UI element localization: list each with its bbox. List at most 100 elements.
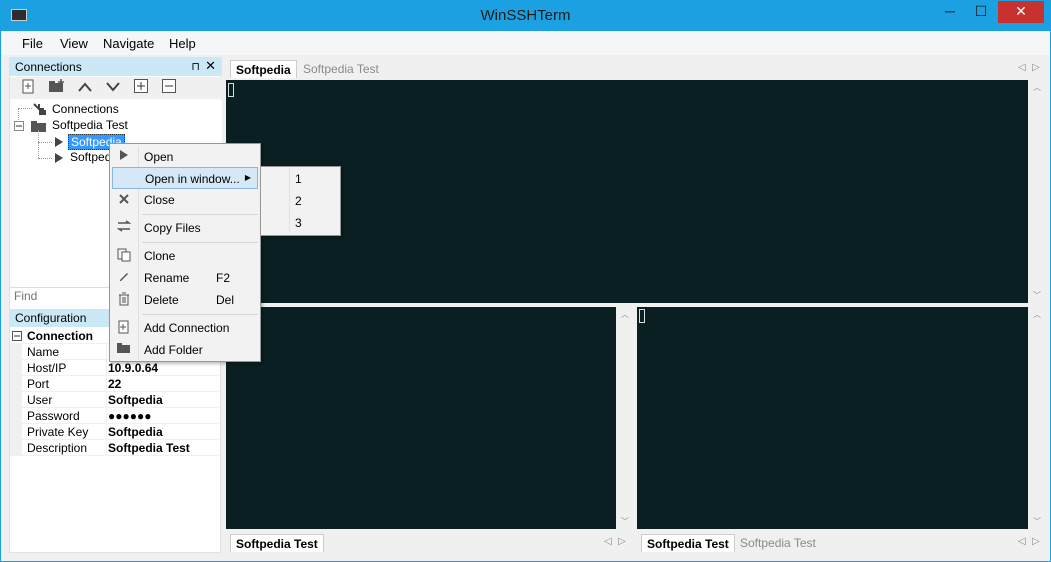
menu-item-shortcut: F2 [216,271,231,285]
tree-line [38,142,52,143]
grid-value[interactable]: 22 [108,377,121,391]
terminal-bottom-right-scrollbar[interactable]: ︿ ﹀ [1028,307,1046,529]
swap-icon [116,220,132,236]
menu-item-label: Add Folder [144,343,203,357]
collapse-all-icon[interactable] [160,79,178,97]
menu-item-open[interactable]: Open [112,146,258,168]
grid-value[interactable]: ●●●●●● [108,409,152,423]
menu-navigate[interactable]: Navigate [103,36,154,51]
move-up-icon[interactable] [76,79,94,97]
close-button[interactable]: ✕ [998,1,1044,23]
tab-bottom-right-softpedia-test-2[interactable]: Softpedia Test [735,534,821,552]
menu-item-copy-files[interactable]: Copy Files [112,217,258,239]
tree-line [18,108,32,109]
minimize-button[interactable]: ─ [936,1,964,23]
tab-scroll-right-icon[interactable]: ▷ [1032,62,1040,73]
grid-gutter [10,360,22,376]
tree-line [38,130,39,158]
pin-icon[interactable]: ⊓ [191,60,200,73]
grid-row[interactable]: Host/IP 10.9.0.64 [10,360,222,376]
tree-item[interactable]: Softped [70,150,111,164]
app-window: WinSSHTerm ─ ☐ ✕ File View Navigate Help… [0,0,1051,562]
tree-expand-icon[interactable] [14,120,24,134]
tab-scroll-left-icon[interactable]: ◁ [1018,536,1026,547]
submenu-item-3[interactable]: 3 [295,216,302,230]
menu-view[interactable]: View [60,36,88,51]
terminal-top-scrollbar[interactable]: ︿ ﹀ [1028,80,1046,303]
pencil-icon [116,270,132,286]
scroll-down-icon[interactable]: ﹀ [1028,516,1046,527]
window-title: WinSSHTerm [480,7,571,24]
grid-gutter [10,392,22,408]
tab-scroll-left-icon[interactable]: ◁ [1018,62,1026,73]
menu-help[interactable]: Help [169,36,196,51]
scroll-down-icon[interactable]: ﹀ [1028,290,1046,301]
menu-separator [142,314,258,315]
grid-divider [106,376,107,392]
grid-row[interactable]: Password ●●●●●● [10,408,222,424]
menu-item-label: Copy Files [144,221,201,235]
connection-icon [54,136,64,151]
title-bar[interactable]: WinSSHTerm ─ ☐ ✕ [1,1,1050,31]
scroll-up-icon[interactable]: ︿ [1028,309,1046,320]
grid-value[interactable]: 10.9.0.64 [108,361,158,375]
collapse-section-icon[interactable] [12,330,22,344]
menu-bar: File View Navigate Help [1,31,1050,55]
grid-divider [106,392,107,408]
add-folder-icon [116,342,132,358]
menu-item-label: Open [144,150,174,164]
menu-item-delete[interactable]: Delete Del [112,289,258,311]
tree-root-label[interactable]: Connections [52,102,119,116]
menu-item-add-connection[interactable]: Add Connection [112,317,258,339]
grid-value[interactable]: Softpedia [108,425,163,439]
tree-folder-label[interactable]: Softpedia Test [52,118,128,132]
tab-top-softpedia-test[interactable]: Softpedia Test [298,60,384,78]
add-folder-icon[interactable] [48,79,66,97]
context-menu: Open Open in window... ▶ Close Copy File… [109,143,261,362]
grid-value[interactable]: Softpedia [108,393,163,407]
menu-item-clone[interactable]: Clone [112,245,258,267]
tab-bottom-right-softpedia-test[interactable]: Softpedia Test [641,534,735,552]
grid-row[interactable]: Port 22 [10,376,222,392]
clone-icon [116,248,132,264]
grid-label: Password [27,409,80,423]
terminal-bottom-left[interactable] [226,307,616,529]
bottom-right-tabstrip: Softpedia Test Softpedia Test ◁ ▷ [637,532,1048,554]
grid-value[interactable]: Softpedia Test [108,441,190,455]
top-tabstrip: Softpedia Softpedia Test ◁ ▷ [226,58,1048,80]
move-down-icon[interactable] [104,79,122,97]
menu-item-rename[interactable]: Rename F2 [112,267,258,289]
terminal-cursor [639,309,645,323]
connections-header: Connections ⊓ ✕ [10,58,222,76]
submenu-item-2[interactable]: 2 [295,194,302,208]
grid-row[interactable]: Private Key Softpedia [10,424,222,440]
close-panel-icon[interactable]: ✕ [205,58,216,74]
add-connection-icon[interactable] [20,79,38,97]
submenu-item-1[interactable]: 1 [295,172,302,186]
menu-file[interactable]: File [22,36,43,51]
terminal-top[interactable] [226,80,1028,303]
menu-item-open-in-window[interactable]: Open in window... ▶ [112,167,258,189]
submenu-open-in-window: 1 2 3 [260,166,341,236]
grid-label: Name [27,345,60,359]
terminal-bottom-left-scrollbar[interactable]: ︿ ﹀ [616,307,634,529]
scroll-up-icon[interactable]: ︿ [1028,82,1046,93]
tab-scroll-left-icon[interactable]: ◁ [604,536,612,547]
terminal-bottom-right[interactable] [637,307,1028,529]
menu-item-label: Add Connection [144,321,230,335]
maximize-button[interactable]: ☐ [967,1,995,23]
tab-top-softpedia[interactable]: Softpedia [230,60,297,78]
tab-scroll-right-icon[interactable]: ▷ [1032,536,1040,547]
connection-icon [54,152,64,167]
tab-scroll-right-icon[interactable]: ▷ [618,536,626,547]
close-icon [116,192,132,208]
expand-all-icon[interactable] [132,79,150,97]
menu-item-close[interactable]: Close [112,189,258,211]
grid-row[interactable]: User Softpedia [10,392,222,408]
scroll-down-icon[interactable]: ﹀ [616,516,634,527]
grid-row[interactable]: Description Softpedia Test [10,440,222,456]
tab-bottom-left-softpedia-test[interactable]: Softpedia Test [230,534,324,552]
play-icon [116,149,132,165]
scroll-up-icon[interactable]: ︿ [616,309,634,320]
menu-item-add-folder[interactable]: Add Folder [112,339,258,361]
